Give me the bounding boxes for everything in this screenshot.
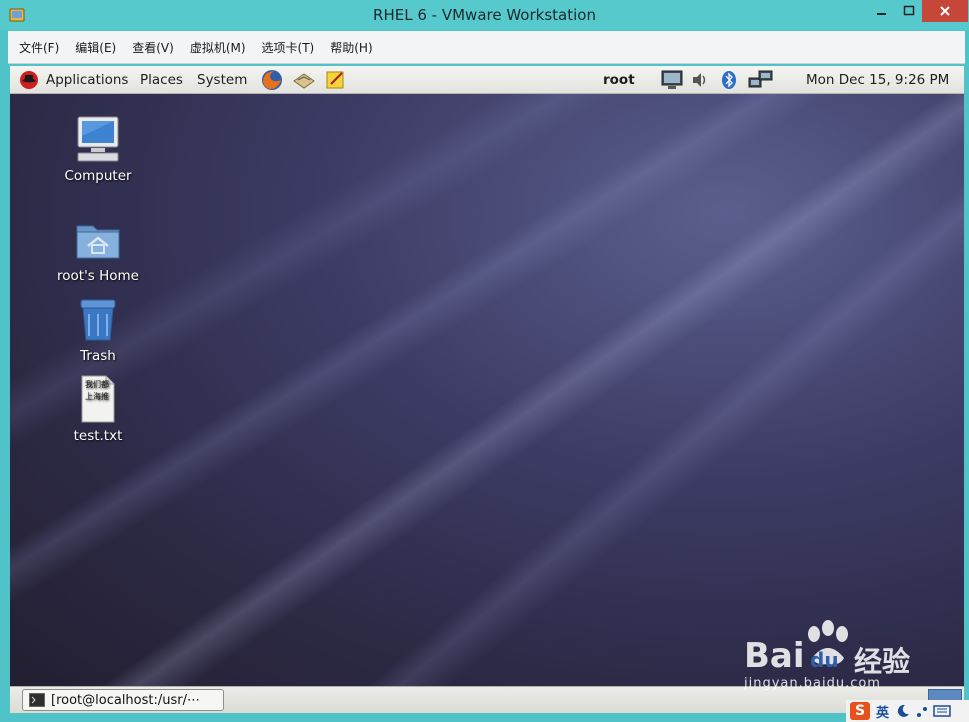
taskbar-window-label: [root@localhost:/usr/⋯ bbox=[51, 692, 200, 708]
close-icon bbox=[940, 6, 950, 16]
watermark-url: jingyan.baidu.com bbox=[744, 676, 881, 691]
menu-bar: 文件(F) 编辑(E) 查看(V) 虚拟机(M) 选项卡(T) 帮助(H) bbox=[8, 31, 965, 64]
punctuation-icon[interactable] bbox=[915, 703, 929, 719]
home-folder-icon bbox=[76, 225, 120, 259]
watermark-brand-du: du bbox=[810, 648, 839, 672]
desktop-icon-home[interactable]: root's Home bbox=[43, 214, 153, 284]
menu-view[interactable]: 查看(V) bbox=[132, 39, 174, 56]
menu-file[interactable]: 文件(F) bbox=[19, 39, 59, 56]
guest-screen[interactable]: Applications Places System root Mon Dec … bbox=[10, 66, 964, 686]
network-icon bbox=[748, 70, 773, 87]
desktop-icon-label: Trash bbox=[80, 348, 116, 364]
desktop-icon-trash[interactable]: Trash bbox=[43, 294, 153, 364]
user-name[interactable]: root bbox=[603, 66, 635, 93]
maximize-icon bbox=[903, 5, 915, 16]
menu-help[interactable]: 帮助(H) bbox=[330, 39, 372, 56]
notes-launcher[interactable] bbox=[325, 66, 347, 93]
firefox-launcher[interactable] bbox=[260, 66, 284, 93]
display-applet[interactable] bbox=[660, 66, 684, 93]
sogou-logo-icon: S bbox=[850, 702, 870, 720]
vmware-window: RHEL 6 - VMware Workstation 文件(F) 编辑(E) … bbox=[0, 0, 969, 722]
watermark-brand-latin: Bai bbox=[744, 636, 805, 676]
desktop-icon-computer[interactable]: Computer bbox=[43, 114, 153, 184]
trash-icon bbox=[80, 299, 116, 341]
ime-mode[interactable]: 英 bbox=[876, 702, 889, 721]
close-button[interactable] bbox=[922, 0, 968, 22]
menu-vm[interactable]: 虚拟机(M) bbox=[190, 39, 246, 56]
terminal-icon bbox=[29, 693, 45, 707]
places-menu[interactable]: Places bbox=[140, 66, 183, 93]
maximize-button[interactable] bbox=[896, 0, 922, 22]
menu-tabs[interactable]: 选项卡(T) bbox=[262, 39, 315, 56]
system-menu[interactable]: System bbox=[197, 66, 247, 93]
desktop-icon-label: test.txt bbox=[73, 428, 123, 444]
taskbar-window-button[interactable]: [root@localhost:/usr/⋯ bbox=[22, 689, 224, 711]
mail-launcher[interactable] bbox=[292, 66, 316, 93]
volume-applet[interactable] bbox=[690, 66, 710, 93]
computer-icon bbox=[77, 116, 119, 162]
desktop-icon-test-txt[interactable]: 我们都 上海推 test.txt bbox=[43, 374, 153, 444]
redhat-logo-icon[interactable] bbox=[18, 66, 40, 93]
window-title: RHEL 6 - VMware Workstation bbox=[373, 6, 596, 24]
firefox-icon bbox=[262, 69, 282, 90]
mail-icon bbox=[293, 72, 315, 89]
file-preview-line-1: 我们都 bbox=[85, 379, 109, 389]
watermark-brand-cn: 经验 bbox=[854, 645, 911, 678]
applications-menu[interactable]: Applications bbox=[46, 66, 128, 93]
gnome-top-panel: Applications Places System root Mon Dec … bbox=[10, 66, 964, 94]
baidu-watermark: Bai du 经验 jingyan.baidu.com bbox=[738, 620, 968, 700]
bluetooth-applet[interactable] bbox=[721, 66, 737, 93]
title-bar[interactable]: RHEL 6 - VMware Workstation bbox=[0, 0, 969, 30]
desktop-background[interactable]: Computer root's Home Trash 我们都 上海推 test.… bbox=[10, 94, 964, 686]
network-applet[interactable] bbox=[748, 66, 774, 93]
text-file-icon: 我们都 上海推 bbox=[81, 375, 115, 423]
ime-toolbar[interactable]: S 英 bbox=[846, 700, 969, 722]
file-preview-line-2: 上海推 bbox=[85, 391, 109, 401]
desktop-icon-label: root's Home bbox=[57, 268, 139, 284]
half-width-moon-icon[interactable] bbox=[895, 703, 911, 719]
notepad-icon bbox=[326, 71, 344, 88]
volume-icon bbox=[693, 72, 706, 87]
keyboard-icon[interactable] bbox=[933, 704, 951, 718]
menu-edit[interactable]: 编辑(E) bbox=[75, 39, 116, 56]
bluetooth-icon bbox=[722, 70, 736, 89]
monitor-icon bbox=[661, 70, 683, 89]
desktop-icon-label: Computer bbox=[64, 168, 132, 184]
minimize-button[interactable] bbox=[868, 0, 896, 22]
clock[interactable]: Mon Dec 15, 9:26 PM bbox=[806, 66, 949, 93]
minimize-icon bbox=[877, 13, 886, 15]
